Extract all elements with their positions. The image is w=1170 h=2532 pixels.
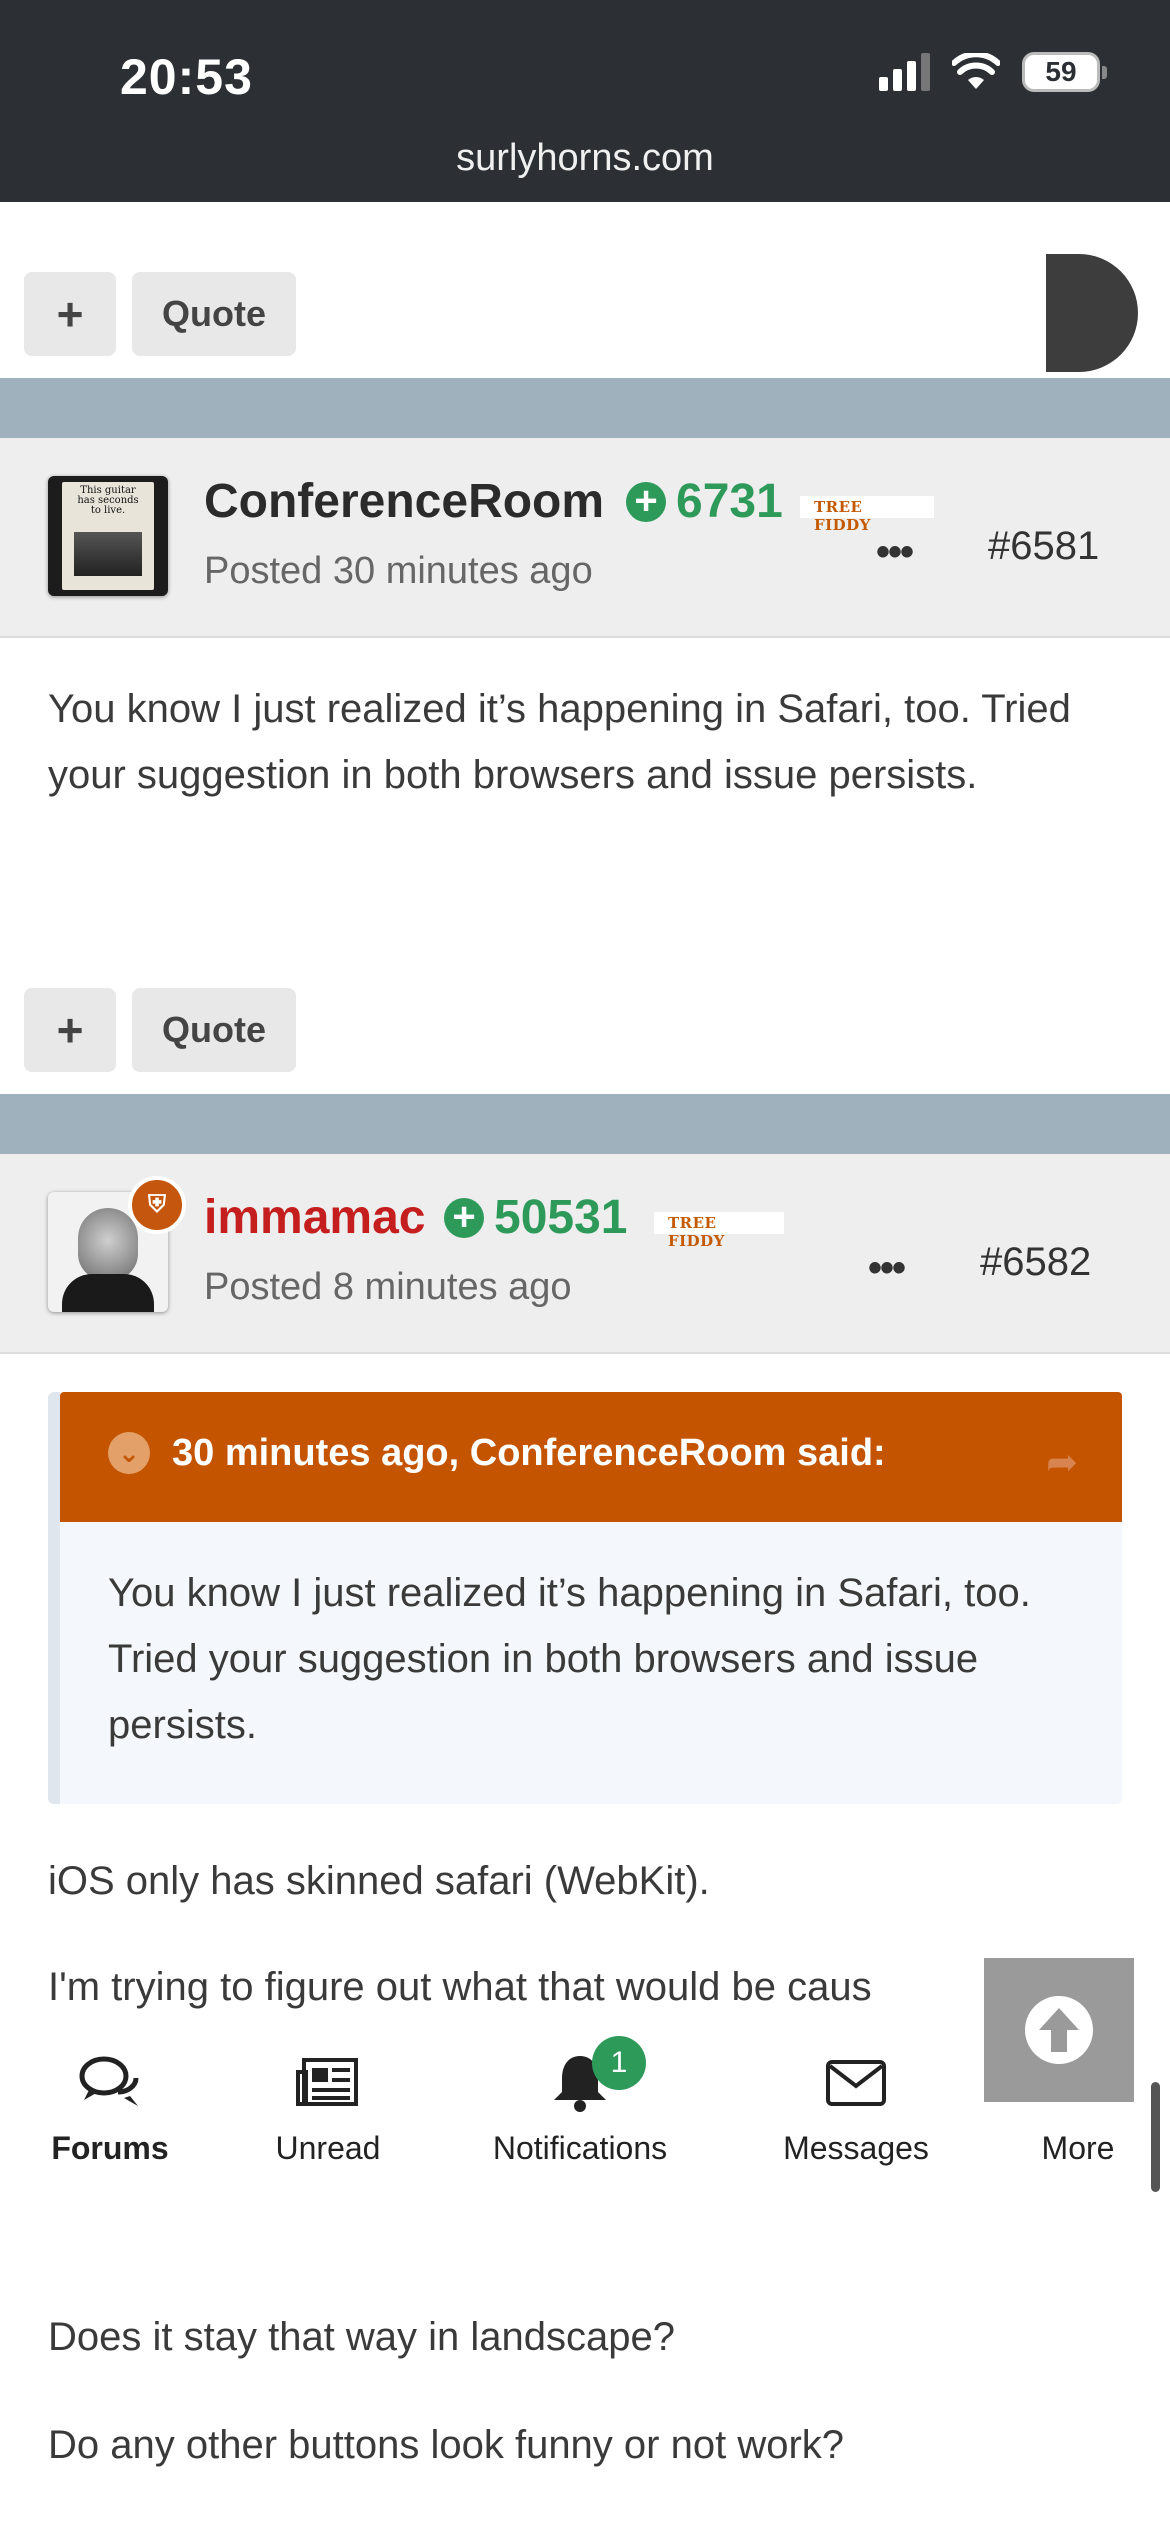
browser-top-bar: 20:53 59 surlyhorns.com [0, 0, 1170, 202]
author-name[interactable]: ConferenceRoom [204, 474, 604, 529]
post-body: You know I just realized it’s happening … [48, 687, 1071, 797]
nav-item-notifications[interactable]: 1 Notifications [470, 2036, 690, 2167]
arrow-up-circle-icon [1025, 1996, 1093, 2064]
avatar[interactable]: This guitar has seconds to live. [48, 476, 168, 596]
nav-item-unread[interactable]: Unread [218, 2052, 438, 2167]
post-paragraph: iOS only has skinned safari (WebKit). [48, 1859, 710, 1903]
react-plus-button[interactable]: + [24, 988, 116, 1072]
post-actions-row: + Quote [0, 246, 1170, 380]
notification-count-badge: 1 [592, 2036, 646, 2090]
reputation: + 6731 [626, 474, 783, 529]
scroll-to-top-button[interactable] [984, 1958, 1134, 2102]
envelope-icon [826, 2060, 886, 2106]
post-header: This guitar has seconds to live. Confere… [0, 438, 1170, 638]
reputation-plus-icon: + [626, 481, 666, 522]
post-paragraph: Does it stay that way in landscape? [48, 2315, 676, 2359]
author-name[interactable]: immamac [204, 1190, 425, 1245]
quote-button[interactable]: Quote [132, 988, 296, 1072]
status-time: 20:53 [120, 49, 253, 105]
quoted-post: ⌄ 30 minutes ago, ConferenceRoom said: ➦… [48, 1392, 1122, 1804]
post-paragraph: Do any other buttons look funny or not w… [48, 2423, 845, 2467]
quote-attribution: 30 minutes ago, ConferenceRoom said: [172, 1432, 886, 1474]
rank-badge: TREE FIDDY [800, 496, 934, 534]
chat-bubbles-icon [79, 2056, 139, 2106]
post-divider [0, 1094, 1170, 1154]
reputation-count: 6731 [676, 475, 783, 528]
nav-label: Forums [51, 2130, 169, 2166]
nav-label: Notifications [492, 2130, 668, 2166]
quote-header[interactable]: ⌄ 30 minutes ago, ConferenceRoom said: ➦ [60, 1392, 1122, 1522]
address-bar[interactable]: surlyhorns.com [0, 137, 1170, 180]
chevron-down-icon[interactable]: ⌄ [108, 1432, 150, 1474]
status-icons: 59 [879, 52, 1107, 92]
battery-indicator: 59 [1022, 52, 1107, 92]
post-number[interactable]: #6582 [980, 1240, 1091, 1285]
moderator-shield-icon: ⛨ [128, 1176, 186, 1234]
share-arrow-icon[interactable]: ➦ [1046, 1440, 1078, 1485]
post-timestamp: Posted 30 minutes ago [204, 550, 593, 592]
cellular-signal-icon [879, 53, 930, 91]
nav-label: Messages [783, 2130, 929, 2166]
newspaper-icon [296, 2058, 358, 2106]
post-divider [0, 378, 1170, 438]
rank-badge: TREE FIDDY [654, 1212, 784, 1250]
post-menu-button[interactable]: ••• [876, 530, 914, 575]
post-paragraph: I'm trying to figure out what that would… [48, 1965, 872, 2009]
post-actions-row: + Quote [0, 962, 1170, 1072]
avatar-caption: This guitar has seconds to live. [77, 485, 139, 516]
nav-item-messages[interactable]: Messages [746, 2052, 966, 2167]
nav-label: More [1041, 2130, 1115, 2166]
react-plus-button[interactable]: + [24, 272, 116, 356]
wifi-icon [952, 53, 1000, 89]
quote-button[interactable]: Quote [132, 272, 296, 356]
reputation: + 50531 [444, 1190, 627, 1245]
scrollbar[interactable] [1151, 2082, 1160, 2192]
post-menu-button[interactable]: ••• [868, 1246, 906, 1291]
nav-label: Unread [275, 2130, 381, 2166]
reputation-count: 50531 [494, 1191, 628, 1244]
floating-circle[interactable] [1046, 254, 1138, 372]
post-number[interactable]: #6581 [988, 524, 1099, 569]
post-header: ⛨ immamac + 50531 TREE FIDDY Posted 8 mi… [0, 1154, 1170, 1354]
post-timestamp: Posted 8 minutes ago [204, 1266, 572, 1308]
nav-item-forums[interactable]: Forums [0, 2052, 220, 2167]
quote-text: You know I just realized it’s happening … [108, 1571, 1031, 1747]
reputation-plus-icon: + [444, 1197, 484, 1238]
